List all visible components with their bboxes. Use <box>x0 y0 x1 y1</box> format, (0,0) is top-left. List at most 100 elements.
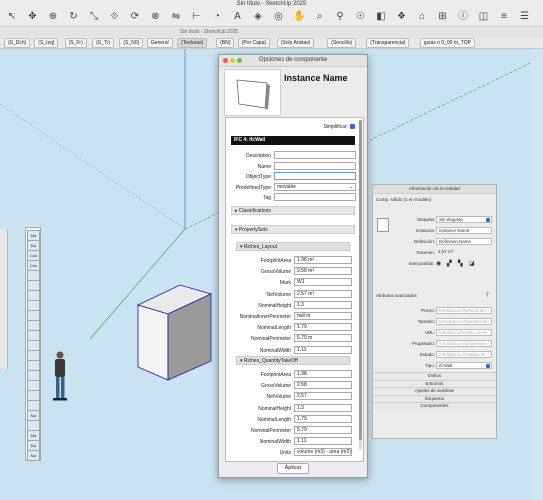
zoom-icon[interactable]: ⌕ <box>314 11 326 23</box>
scene-tab[interactable]: (Texturas) <box>177 38 208 48</box>
scrollbar-thumb[interactable] <box>359 120 362 440</box>
outliner-icon[interactable]: ☰ <box>519 11 531 23</box>
instance-row: Instancia: Instance Name <box>373 227 496 235</box>
property-value-field[interactable]: 1.3 <box>294 300 352 309</box>
property-value-field[interactable]: 1.11 <box>294 345 352 354</box>
riches-layout-group[interactable]: ▾ Riches_Layout <box>236 242 350 251</box>
flip-icon[interactable]: ⇋ <box>170 11 182 23</box>
rotate-icon[interactable]: ↻ <box>68 11 80 23</box>
ifc-field-input[interactable] <box>274 151 356 159</box>
tray-tab[interactable]: Esquema <box>373 394 496 402</box>
definition-field[interactable]: Definition Name <box>436 238 492 245</box>
select-icon[interactable]: ↖ <box>6 11 18 23</box>
property-value-field[interactable]: null m <box>294 312 352 320</box>
components-icon[interactable]: ❖ <box>396 11 408 23</box>
property-value-field[interactable]: 2.57 m³ <box>294 289 352 298</box>
ifc-properties-scroll-area[interactable]: Simplificar: IFC 4: IfcWall Description N… <box>225 117 364 462</box>
orbit-icon[interactable]: ◎ <box>273 11 285 23</box>
extension-icon[interactable]: ⊞ <box>437 11 449 23</box>
tape-icon[interactable]: ⊢ <box>191 11 203 23</box>
intersect-icon[interactable]: ⊗ <box>150 11 162 23</box>
close-button[interactable] <box>223 58 228 63</box>
position-camera-icon[interactable]: ☉ <box>355 11 367 23</box>
layers-icon[interactable]: ≡ <box>498 11 510 23</box>
properties-scrollbar[interactable] <box>359 120 362 450</box>
protractor-icon[interactable]: ◔ <box>211 11 223 23</box>
apply-button[interactable]: Aplicar <box>277 463 309 474</box>
offset-icon[interactable]: ⟐ <box>109 11 121 23</box>
simplify-checkbox[interactable] <box>350 124 355 130</box>
tray-tab[interactable]: Entornos <box>373 379 496 387</box>
target-icon[interactable]: ⊕ <box>47 11 59 23</box>
ifc-field-input[interactable]: movable ⌄ <box>274 182 356 191</box>
section-icon[interactable]: ◧ <box>375 11 387 23</box>
tray-tab[interactable]: Estilos <box>373 372 496 380</box>
scene-tab[interactable]: (S_Dch) <box>4 38 31 48</box>
property-value-field[interactable]: 5.79 <box>294 426 352 434</box>
tray-tab[interactable]: Componentes <box>373 402 496 410</box>
scene-tab[interactable]: (S_Fr) <box>64 38 87 48</box>
property-value-field[interactable]: 1.11 <box>294 437 352 446</box>
property-value-field[interactable]: 2.57 <box>294 392 352 401</box>
instance-field[interactable]: Instance Name <box>436 227 492 234</box>
property-value-field[interactable]: 1.79 <box>294 414 352 423</box>
palette-tool-icon[interactable]: Ma <box>27 450 40 461</box>
move-icon[interactable]: ✥ <box>27 11 39 23</box>
scene-tab[interactable]: (Transparencia) <box>366 38 410 48</box>
size-field[interactable]: Introduzca el tamaño de <box>436 318 492 325</box>
price-field[interactable]: Introduzca el precio de l <box>436 307 492 314</box>
walk-icon[interactable]: ⚲ <box>334 11 346 23</box>
minimize-button[interactable] <box>230 58 235 63</box>
styles-icon[interactable]: ◫ <box>478 11 490 23</box>
scene-tab[interactable]: General <box>146 38 173 48</box>
shadow-cast-icon[interactable]: ▞ <box>447 260 452 267</box>
property-value-field[interactable]: 1.79 <box>294 323 352 332</box>
property-value-field[interactable]: 1.98 m² <box>294 256 352 264</box>
scene-tab[interactable]: (S_N0) <box>119 38 144 48</box>
owner-field[interactable]: Introduzca el propietario <box>436 340 492 347</box>
eye-icon[interactable]: ◉ <box>436 260 441 267</box>
type-dropdown-icon <box>486 364 490 368</box>
material-icon[interactable]: ◪ <box>469 260 475 267</box>
classifications-section[interactable]: ▸ Classifications <box>231 206 355 215</box>
property-value-field[interactable]: W1 <box>294 278 352 287</box>
riches-quantity-group[interactable]: ▾ Riches_QuantityTakeOff <box>236 356 350 365</box>
ifc-field-input[interactable] <box>274 161 356 170</box>
instance-label: Instancia: <box>415 228 435 233</box>
property-row: NominalHeight 1.3 <box>226 403 363 413</box>
info-icon[interactable]: ⓘ <box>457 11 469 23</box>
scene-tab[interactable]: guias n 0_00 m_TOP <box>419 38 475 48</box>
scale-icon[interactable]: ⤡ <box>88 11 100 23</box>
paint-icon[interactable]: ◈ <box>252 11 264 23</box>
followme-icon[interactable]: ⟳ <box>129 11 141 23</box>
shadow-receive-icon[interactable]: ▚ <box>458 260 463 267</box>
right-edge-strip <box>531 49 543 500</box>
state-field[interactable]: Introduzca el estado de <box>436 351 492 358</box>
scene-tab[interactable]: (BN) <box>216 38 235 48</box>
zoom-button[interactable] <box>237 58 242 63</box>
scene-tab[interactable]: (Solo Aristas) <box>276 38 315 48</box>
property-label: GrossVolume <box>260 269 291 276</box>
propertysets-section[interactable]: ▾ PropertySets <box>231 225 355 234</box>
property-value-field[interactable]: 2.58 m³ <box>294 267 352 276</box>
property-value-field[interactable]: 1.3 <box>294 403 352 412</box>
tag-select[interactable]: Sin etiqueta <box>436 216 492 223</box>
scene-tab[interactable]: (Por Capa) <box>237 38 271 48</box>
property-value-field[interactable]: volume (m3) - area (m2) - longi <box>294 448 352 457</box>
ifc-field-input[interactable] <box>274 172 356 180</box>
text-icon[interactable]: A <box>232 11 244 23</box>
scene-tab[interactable]: (Sencillo) <box>327 38 357 48</box>
pin-icon[interactable]: ⊤ <box>485 292 490 299</box>
property-value-field[interactable]: 1.98 <box>294 370 352 378</box>
property-value-field[interactable]: 5.79 m <box>294 334 352 343</box>
ifc-field-input[interactable] <box>274 193 356 201</box>
tray-tab[interactable]: Ajustes de sombras <box>373 387 496 395</box>
type-select[interactable]: IfcWall <box>436 362 492 369</box>
pan-icon[interactable]: ✋ <box>293 11 305 23</box>
property-value-field[interactable]: 2.58 <box>294 381 352 390</box>
url-field[interactable]: Introduzca la URL de en <box>436 329 492 336</box>
simplify-toggle[interactable]: Simplificar: <box>324 124 355 130</box>
scene-tab[interactable]: (S_Izq) <box>34 38 59 48</box>
warehouse-icon[interactable]: ⌂ <box>416 11 428 23</box>
scene-tab[interactable]: (S_Tr) <box>92 38 114 48</box>
